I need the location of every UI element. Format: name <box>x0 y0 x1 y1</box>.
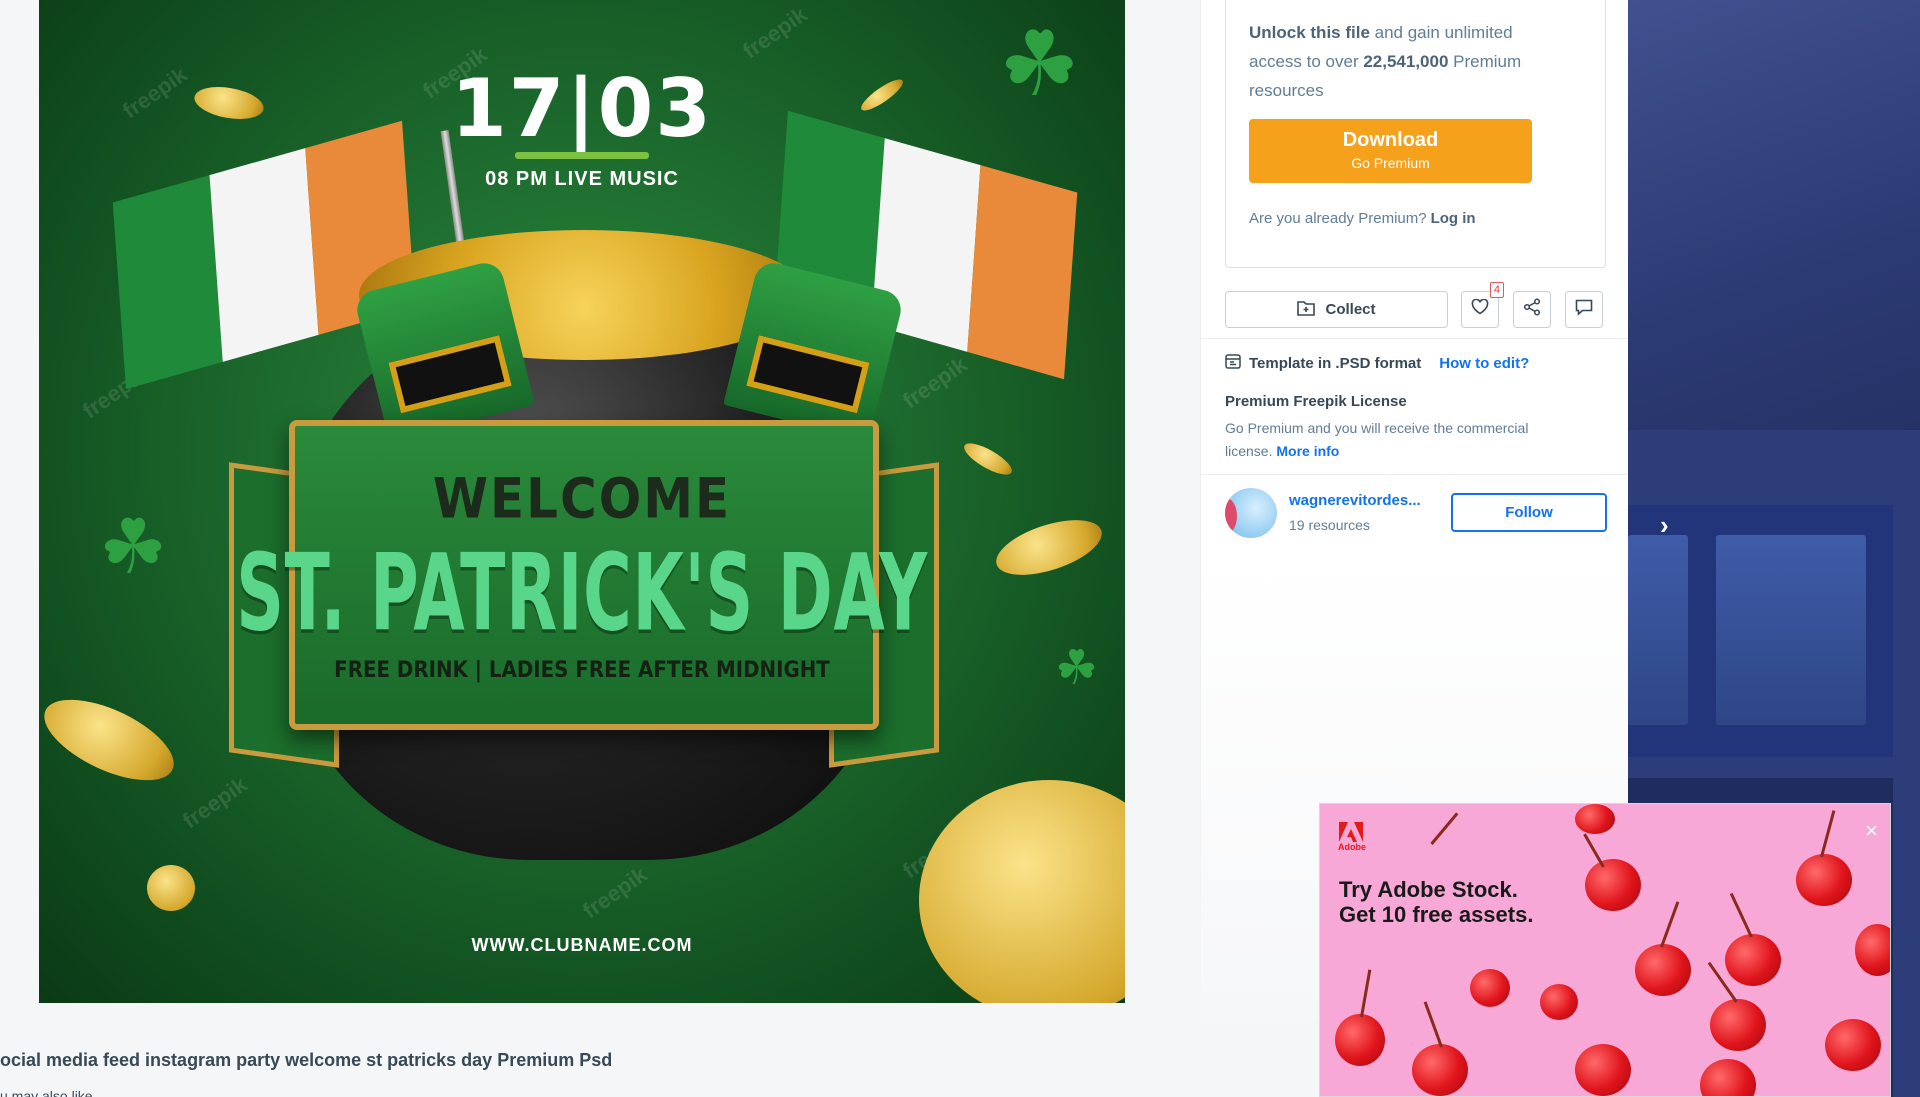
share-icon <box>1523 298 1541 321</box>
share-button[interactable] <box>1513 291 1551 328</box>
date-underline <box>515 152 649 159</box>
template-text: Template in .PSD format <box>1249 355 1422 372</box>
chevron-right-icon[interactable]: › <box>1660 510 1669 541</box>
like-count-badge: 4 <box>1489 282 1504 298</box>
download-label: Download <box>1342 129 1439 151</box>
collect-button[interactable]: Collect <box>1225 291 1448 328</box>
collect-label: Collect <box>1325 301 1376 318</box>
like-button[interactable]: 4 <box>1461 282 1504 328</box>
download-sub: Go Premium <box>1351 155 1430 171</box>
license-title: Premium Freepik License <box>1225 393 1407 410</box>
related-thumbnail[interactable] <box>1716 535 1866 725</box>
adobe-logo-icon <box>1339 822 1363 842</box>
poster-title: ST. PATRICK'S DAY <box>236 531 928 656</box>
license-text: Go Premium and you will receive the comm… <box>1225 417 1575 463</box>
preview-area: freepik freepik freepik freepik freepik … <box>0 0 1200 1022</box>
template-info: Template in .PSD format How to edit? <box>1225 354 1529 373</box>
close-icon[interactable]: × <box>1865 818 1878 844</box>
coin <box>147 865 195 911</box>
watermark: freepik <box>738 1 812 64</box>
heart-icon <box>1471 298 1489 320</box>
unlock-text: Unlock this file and gain unlimited acce… <box>1249 18 1549 105</box>
watermark: freepik <box>578 861 652 924</box>
poster-subtitle: 08 PM LIVE MUSIC <box>485 168 679 190</box>
how-to-edit-link[interactable]: How to edit? <box>1439 355 1529 372</box>
comment-icon <box>1575 299 1593 321</box>
author-row: wagnerevitordes... 19 resources Follow <box>1225 488 1607 538</box>
comment-button[interactable] <box>1565 291 1603 328</box>
folder-plus-icon <box>1297 300 1316 320</box>
already-premium: Are you already Premium? Log in <box>1249 210 1476 227</box>
poster-tagline: FREE DRINK | LADIES FREE AFTER MIDNIGHT <box>334 658 830 683</box>
avatar[interactable] <box>1225 488 1277 538</box>
license-description: Go Premium and you will receive the comm… <box>1225 420 1529 459</box>
clover-icon: ☘ <box>99 505 168 590</box>
unlock-bold: Unlock this file <box>1249 23 1370 42</box>
coin <box>919 780 1125 1003</box>
author-name[interactable]: wagnerevitordes... <box>1289 492 1421 509</box>
clover-icon: ☘ <box>1055 642 1099 695</box>
preview-image[interactable]: freepik freepik freepik freepik freepik … <box>39 0 1125 1003</box>
adobe-logo: Adobe <box>1338 822 1366 852</box>
background-block <box>1628 0 1920 430</box>
login-link[interactable]: Log in <box>1431 210 1476 227</box>
resource-title: ocial media feed instagram party welcome… <box>0 1050 613 1070</box>
resource-count: 22,541,000 <box>1363 52 1449 71</box>
author-resources: 19 resources <box>1289 517 1370 533</box>
follow-button[interactable]: Follow <box>1451 493 1607 532</box>
divider <box>1201 338 1629 339</box>
action-row: Collect 4 <box>1225 282 1607 328</box>
adobe-brand: Adobe <box>1338 842 1366 852</box>
ad-headline: Try Adobe Stock. Get 10 free assets. <box>1339 877 1534 927</box>
template-icon <box>1225 354 1241 373</box>
download-button[interactable]: Download Go Premium <box>1249 119 1532 183</box>
coin <box>39 683 186 797</box>
more-info-link[interactable]: More info <box>1276 443 1339 459</box>
watermark: freepik <box>178 771 252 834</box>
clover-icon: ☘ <box>999 15 1080 115</box>
divider <box>1201 474 1629 475</box>
already-text: Are you already Premium? <box>1249 210 1427 227</box>
poster-welcome: WELCOME <box>432 467 732 531</box>
related-heading: u may also like <box>0 1088 93 1097</box>
ad-popup[interactable]: Adobe Try Adobe Stock. Get 10 free asset… <box>1319 803 1891 1097</box>
related-carousel <box>1628 505 1893 757</box>
watermark: freepik <box>898 351 972 414</box>
related-thumbnail[interactable] <box>1628 535 1688 725</box>
